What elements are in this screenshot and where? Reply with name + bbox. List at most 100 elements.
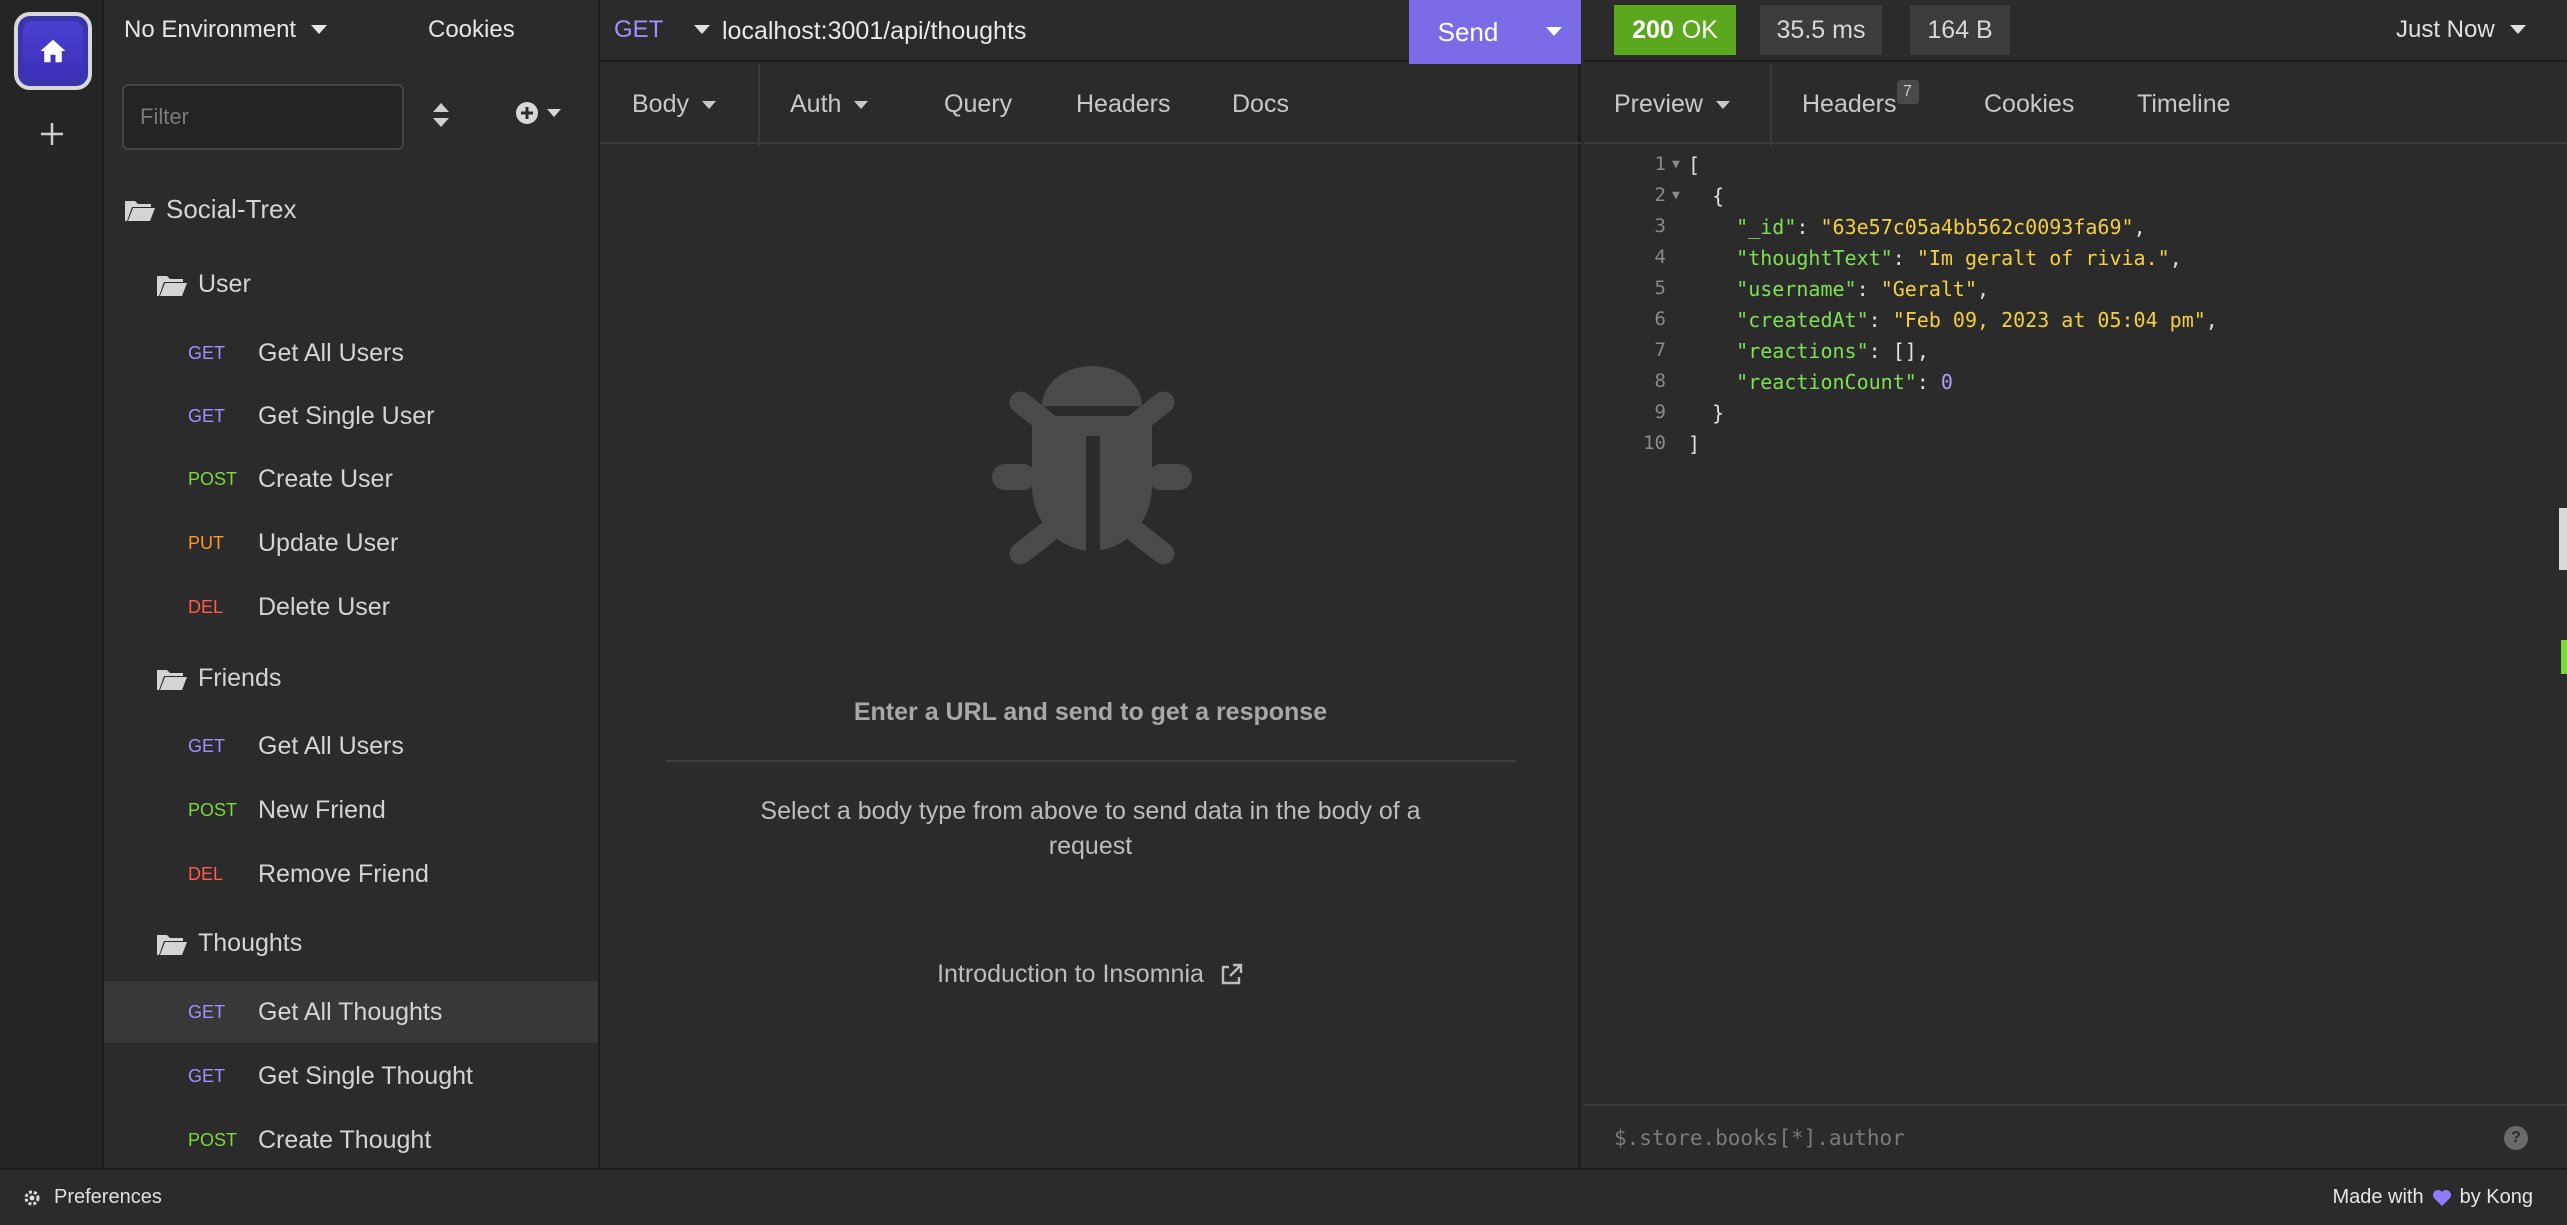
method-badge: POST [188, 468, 238, 489]
json-key: "username" [1736, 277, 1857, 301]
code-text: } [1688, 401, 1725, 425]
url-bar: GET Send [600, 0, 1581, 64]
environment-select[interactable]: No Environment [124, 16, 328, 44]
request-pane: GET Send Body Auth Query Headers Docs [600, 0, 1581, 1168]
request-item[interactable]: PUT Update User [104, 512, 598, 574]
preferences-label: Preferences [54, 1186, 162, 1208]
line-number: 5 [1654, 277, 1666, 299]
preferences-button[interactable]: Preferences [22, 1186, 162, 1209]
line-number: 10 [1643, 432, 1666, 454]
code-text: ] [1688, 432, 1701, 456]
json-key: "createdAt" [1736, 308, 1869, 332]
request-label: Create Thought [258, 1125, 432, 1154]
request-label: Get Single User [258, 401, 435, 430]
request-item[interactable]: DEL Remove Friend [104, 843, 598, 905]
line-number: 8 [1654, 370, 1666, 392]
json-value: "Geralt" [1880, 277, 1978, 301]
url-input[interactable] [722, 10, 1282, 52]
method-badge: GET [188, 1065, 226, 1086]
chevron-down-icon [1715, 100, 1730, 109]
response-pane: 200 OK 35.5 ms 164 B Just Now Preview He… [1584, 0, 2567, 1168]
tab-headers[interactable]: Headers [1076, 90, 1171, 119]
code-line: 7 "reactions": [], [1584, 339, 2567, 370]
heart-icon [2432, 1189, 2451, 1206]
json-value: [] [1892, 339, 1917, 363]
cookies-button[interactable]: Cookies [428, 16, 515, 44]
tab-label-wrap: Headers 7 [1802, 80, 1919, 119]
help-icon[interactable]: ? [2504, 1126, 2528, 1150]
tab-response-headers[interactable]: Headers 7 [1802, 80, 1919, 119]
status-badge: 200 OK [1614, 5, 1736, 55]
folder-item[interactable]: Friends [104, 647, 598, 709]
size-badge: 164 B [1910, 5, 2010, 55]
folder-open-icon [124, 197, 156, 221]
request-label: Get Single Thought [258, 1061, 473, 1090]
line-number: 3 [1654, 215, 1666, 237]
made-with-suffix: by Kong [2459, 1186, 2533, 1208]
tab-body[interactable]: Body [632, 90, 717, 119]
request-item[interactable]: GET Get All Users [104, 715, 598, 777]
line-number: 9 [1654, 401, 1666, 423]
add-project-button[interactable] [34, 116, 70, 152]
tab-query[interactable]: Query [944, 90, 1012, 119]
request-item[interactable]: GET Get Single Thought [104, 1045, 598, 1107]
chevron-down-icon [2509, 25, 2526, 34]
filter-input[interactable] [122, 84, 404, 150]
request-label: New Friend [258, 795, 386, 824]
scroll-marker [2561, 640, 2567, 674]
method-badge: DEL [188, 863, 224, 884]
made-with-prefix: Made with [2332, 1186, 2424, 1208]
send-button[interactable]: Send [1409, 0, 1581, 64]
empty-state-title: Enter a URL and send to get a response [853, 698, 1328, 726]
code-text: { [1688, 184, 1725, 208]
line-number: 2 [1654, 184, 1666, 206]
request-item[interactable]: POST New Friend [104, 779, 598, 841]
folder-item[interactable]: User [104, 253, 598, 315]
add-item-button[interactable] [514, 100, 562, 126]
request-item[interactable]: DEL Delete User [104, 576, 598, 638]
code-line: 9 } [1584, 401, 2567, 432]
code-line: 2 ▼ { [1584, 184, 2567, 215]
code-line: 1 ▼[ [1584, 153, 2567, 184]
code-line: 6 "createdAt": "Feb 09, 2023 at 05:04 pm… [1584, 308, 2567, 339]
folder-item[interactable]: Social-Trex [104, 178, 598, 240]
request-item[interactable]: GET Get All Users [104, 322, 598, 384]
made-with-kong: Made with by Kong [2332, 1186, 2533, 1209]
request-item[interactable]: POST Create User [104, 448, 598, 510]
tab-docs[interactable]: Docs [1232, 90, 1289, 119]
request-item[interactable]: GET Get Single User [104, 385, 598, 447]
json-key: "thoughtText" [1736, 246, 1893, 270]
folder-open-icon [156, 931, 188, 955]
line-number: 4 [1654, 246, 1666, 268]
code-line: 8 "reactionCount": 0 [1584, 370, 2567, 401]
scrollbar-thumb[interactable] [2559, 508, 2567, 570]
headers-count-badge: 7 [1896, 80, 1919, 104]
send-options-button[interactable] [1527, 0, 1581, 64]
folder-item[interactable]: Thoughts [104, 912, 598, 974]
tab-response-cookies[interactable]: Cookies [1984, 90, 2074, 119]
app-rail [0, 0, 104, 1168]
home-button[interactable] [14, 12, 92, 90]
status-code: 200 [1632, 15, 1674, 44]
method-badge: PUT [188, 532, 224, 553]
method-select[interactable]: GET [614, 16, 711, 44]
fold-icon[interactable]: ▼ [1666, 153, 1688, 184]
json-key: "reactionCount" [1736, 370, 1917, 394]
jsonpath-filter-input[interactable] [1614, 1118, 2474, 1158]
fold-icon[interactable]: ▼ [1666, 184, 1688, 215]
folder-label: Friends [198, 663, 282, 692]
method-label: GET [614, 16, 664, 43]
request-item[interactable]: POST Create Thought [104, 1109, 598, 1168]
sort-button[interactable] [430, 100, 460, 134]
intro-link[interactable]: Introduction to Insomnia [600, 960, 1581, 989]
history-dropdown[interactable]: Just Now [2396, 16, 2527, 44]
request-item[interactable]: GET Get All Thoughts [104, 981, 598, 1043]
request-label: Create User [258, 464, 393, 493]
divider [666, 760, 1516, 762]
tab-auth[interactable]: Auth [790, 90, 869, 119]
request-label: Get All Thoughts [258, 997, 443, 1026]
tab-preview[interactable]: Preview [1614, 90, 1731, 119]
response-code-view: 1 ▼[ 2 ▼ { 3 "_id": "63e57c05a4bb562c0093f… [1584, 150, 2567, 1100]
code-text: [ [1688, 153, 1701, 177]
tab-timeline[interactable]: Timeline [2137, 90, 2231, 119]
